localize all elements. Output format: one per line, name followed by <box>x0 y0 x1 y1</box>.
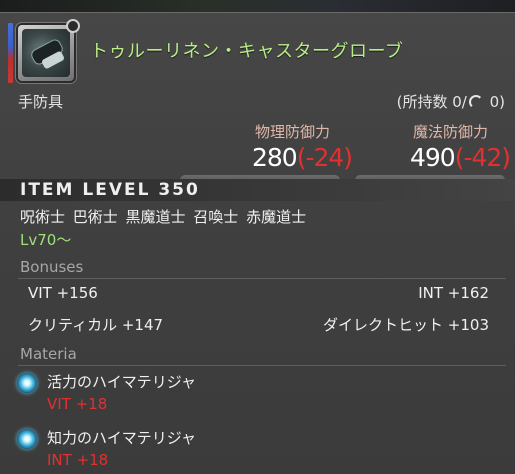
materia-title: Materia <box>20 345 77 363</box>
item-name: トゥルーリネン・キャスターグローブ <box>90 41 404 62</box>
dye-indicator-icon <box>66 19 80 33</box>
job-list: 呪術士 巴術士 黒魔道士 召喚士 赤魔道士 <box>20 208 307 226</box>
bonus-vit: VIT +156 <box>28 284 98 302</box>
materia-orb-icon <box>17 429 37 449</box>
level-requirement: Lv70～ <box>20 231 72 249</box>
materia-1-stat: VIT +18 <box>47 395 108 413</box>
bonus-int: INT +162 <box>418 284 489 302</box>
materia-orb-icon <box>17 373 37 393</box>
bonus-critical: クリティカル +147 <box>28 316 164 334</box>
item-level: ITEM LEVEL 350 <box>20 180 200 200</box>
owned-prefix: (所持数 0/ <box>396 93 467 111</box>
materia-2-stat: INT +18 <box>47 451 109 469</box>
bonuses-title: Bonuses <box>20 258 84 276</box>
bonus-direct-hit: ダイレクトヒット +103 <box>323 316 489 334</box>
owned-count: (所持数 0/ 0) <box>397 91 505 112</box>
magic-defense-label: 魔法防御力 <box>413 123 489 141</box>
magic-defense-diff: (-42) <box>454 143 511 172</box>
magic-defense-value: 490(-42) <box>410 143 511 172</box>
physical-defense-label: 物理防御力 <box>255 123 331 141</box>
materia-1-name: 活力のハイマテリジャ <box>47 373 196 391</box>
icon-image <box>22 29 70 77</box>
physical-defense-diff: (-24) <box>296 143 353 172</box>
materia-2-name: 知力のハイマテリジャ <box>47 429 196 447</box>
materia-divider <box>18 365 506 366</box>
magic-defense-number: 490 <box>410 143 456 172</box>
tooltip-header: トゥルーリネン・キャスターグローブ 手防具 (所持数 0/ 0) 物理防御力 2… <box>0 13 515 185</box>
rarity-bar <box>8 23 13 83</box>
glove-item-icon[interactable] <box>16 19 80 83</box>
physical-defense-value: 280(-24) <box>252 143 353 172</box>
bonuses-divider <box>18 278 506 279</box>
owned-suffix: 0) <box>484 93 505 111</box>
hq-icon <box>468 95 483 109</box>
item-category: 手防具 <box>18 93 64 111</box>
item-tooltip: トゥルーリネン・キャスターグローブ 手防具 (所持数 0/ 0) 物理防御力 2… <box>0 12 515 474</box>
physical-defense-number: 280 <box>252 143 298 172</box>
